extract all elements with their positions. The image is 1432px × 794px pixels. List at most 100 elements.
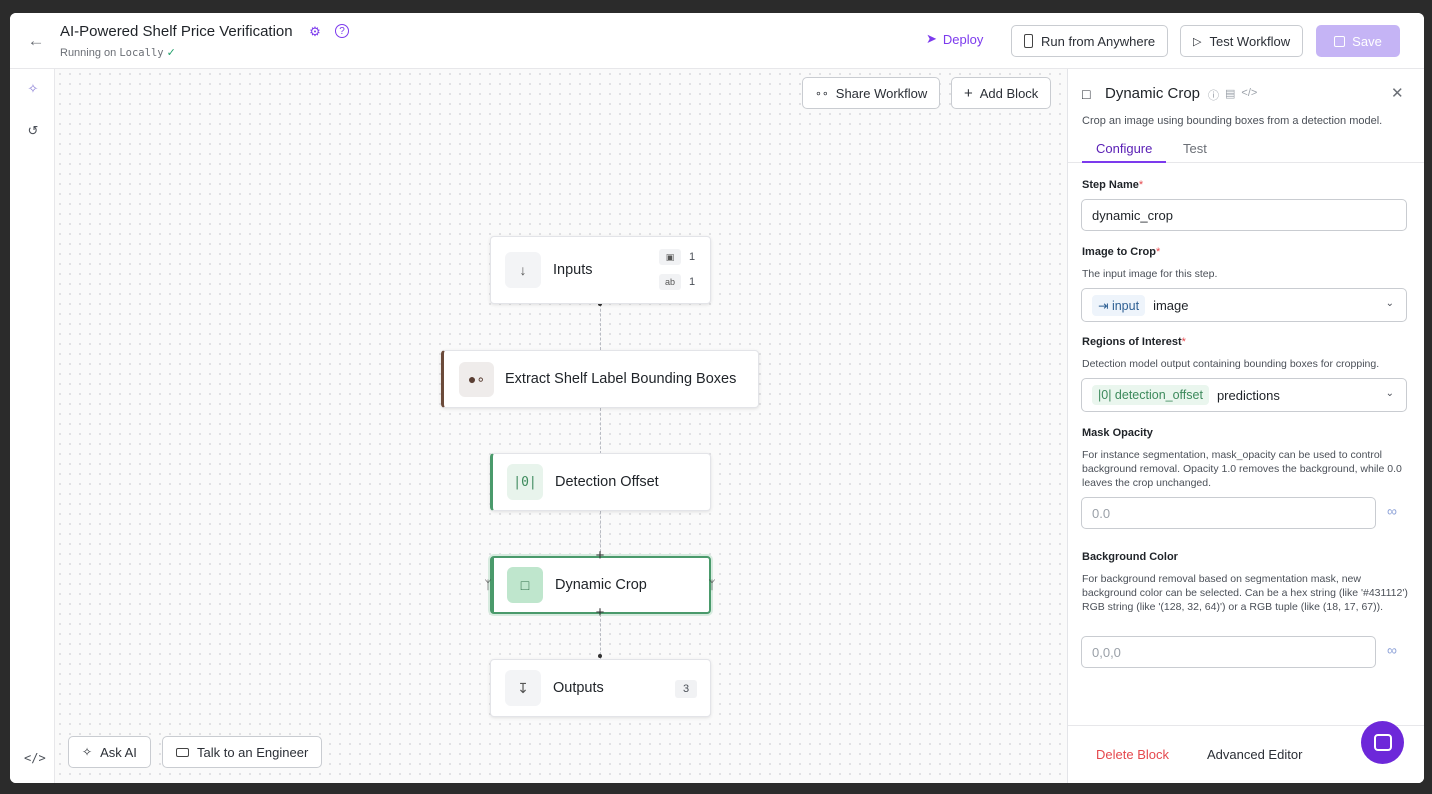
outputs-node-label: Outputs [553, 680, 604, 696]
app-window: ← AI-Powered Shelf Price Verification ⚙ … [10, 13, 1424, 783]
image-to-crop-help: The input image for this step. [1082, 268, 1218, 280]
back-arrow-icon[interactable]: ← [26, 31, 46, 51]
delete-block-button[interactable]: Delete Block [1096, 747, 1169, 762]
regions-of-interest-value: predictions [1216, 387, 1280, 403]
plus-icon: + [964, 84, 973, 102]
share-workflow-label: Share Workflow [835, 85, 928, 101]
extract-bounding-boxes-node[interactable]: ●∘ Extract Shelf Label Bounding Boxes [441, 350, 759, 408]
deploy-label: Deploy [942, 31, 984, 47]
regions-of-interest-help: Detection model output containing boundi… [1082, 358, 1380, 370]
detection-offset-node[interactable]: |0| Detection Offset [490, 453, 711, 511]
mask-opacity-placeholder: 0.0 [1092, 505, 1111, 521]
close-icon[interactable]: ✕ [1391, 84, 1404, 102]
running-prefix: Running on [60, 47, 117, 59]
model-network-icon: ●∘ [459, 361, 494, 397]
chat-support-button[interactable] [1361, 721, 1404, 764]
connector-line [600, 408, 601, 454]
test-workflow-label: Test Workflow [1209, 33, 1291, 49]
video-icon [176, 747, 189, 757]
share-workflow-button[interactable]: ∘∘ Share Workflow [802, 77, 941, 109]
top-header: ← AI-Powered Shelf Price Verification ⚙ … [10, 13, 1424, 69]
connector-line [600, 304, 601, 350]
ask-ai-label: Ask AI [100, 744, 137, 760]
regions-of-interest-label: Regions of Interest* [1082, 336, 1186, 348]
background-color-help: For background removal based on segmenta… [1082, 573, 1408, 613]
add-after-plus-icon[interactable]: + [593, 605, 607, 620]
block-config-panel: □ Dynamic Crop ⓘ ▤ </> ✕ Crop an image u… [1067, 69, 1424, 783]
chevron-down-icon: ⌄ [1385, 298, 1394, 309]
deploy-button[interactable]: ➤ Deploy [926, 31, 983, 47]
input-chip: ⇥ input [1092, 294, 1146, 316]
workflow-title: AI-Powered Shelf Price Verification [60, 23, 293, 40]
inputs-node[interactable]: ↓ Inputs ▣ 1 ab 1 [490, 236, 711, 304]
code-brackets-icon[interactable]: </> [24, 751, 46, 765]
image-input-count: 1 [689, 251, 696, 263]
sparkle-icon: ✧ [82, 745, 93, 759]
add-before-plus-icon[interactable]: + [593, 548, 607, 563]
left-rail: ✧ ↺ [10, 69, 55, 783]
running-target[interactable]: Locally [119, 47, 163, 59]
save-button[interactable]: Save [1316, 25, 1400, 57]
extract-node-label: Extract Shelf Label Bounding Boxes [505, 371, 737, 387]
outputs-node[interactable]: ↧ Outputs 3 [490, 659, 711, 717]
talk-to-engineer-button[interactable]: Talk to an Engineer [162, 736, 323, 768]
image-to-crop-label: Image to Crop* [1082, 246, 1161, 258]
parameter-icon: ab [659, 274, 681, 290]
chat-bubble-icon [1373, 734, 1392, 751]
image-to-crop-value: image [1153, 297, 1189, 313]
branch-left-icon[interactable]: ᛉ [481, 578, 495, 592]
settings-gear-icon[interactable]: ⚙ [307, 24, 323, 40]
background-color-placeholder: 0,0,0 [1092, 644, 1121, 660]
tab-test[interactable]: Test [1169, 141, 1221, 163]
connector-dot [598, 654, 602, 658]
image-to-crop-select[interactable]: ⇥ input image ⌄ [1081, 288, 1407, 322]
help-circle-icon[interactable]: ? [335, 24, 349, 38]
step-name-label: Step Name* [1082, 179, 1144, 191]
crop-icon: □ [507, 567, 543, 603]
link-icon[interactable]: ∞ [1387, 503, 1397, 519]
workflow-canvas[interactable]: ∘∘ Share Workflow + Add Block ↓ Inputs ▣… [55, 69, 1067, 783]
step-name-value: dynamic_crop [1092, 207, 1173, 223]
add-block-button[interactable]: + Add Block [951, 77, 1052, 109]
panel-tabs: Configure Test [1068, 137, 1424, 163]
add-block-label: Add Block [979, 85, 1039, 101]
outputs-count-badge: 3 [675, 680, 697, 698]
regions-of-interest-select[interactable]: |0| detection_offset predictions ⌄ [1081, 378, 1407, 412]
check-icon: ✓ [166, 47, 176, 59]
dynamic-crop-label: Dynamic Crop [555, 577, 647, 593]
chevron-down-icon: ⌄ [1385, 388, 1394, 399]
help-icon[interactable]: ⓘ [1208, 87, 1219, 103]
parameter-input-count: 1 [689, 276, 696, 288]
play-icon: ▷ [1193, 35, 1202, 48]
run-from-anywhere-button[interactable]: Run from Anywhere [1011, 25, 1169, 57]
offset-bracket-icon: |0| [507, 464, 543, 500]
mask-opacity-help: For instance segmentation, mask_opacity … [1082, 449, 1402, 489]
phone-icon [1024, 34, 1033, 48]
detection-offset-label: Detection Offset [555, 474, 659, 490]
inputs-node-label: Inputs [553, 262, 593, 278]
step-name-input[interactable]: dynamic_crop [1081, 199, 1407, 231]
tab-configure[interactable]: Configure [1082, 141, 1167, 163]
ask-ai-button[interactable]: ✧ Ask AI [68, 736, 151, 768]
detection-offset-chip: |0| detection_offset [1092, 385, 1209, 405]
branch-right-icon[interactable]: ᛉ [705, 578, 719, 592]
code-icon[interactable]: </> [1241, 87, 1257, 103]
rocket-icon: ➤ [926, 31, 937, 46]
run-from-anywhere-label: Run from Anywhere [1041, 33, 1156, 49]
image-icon: ▣ [659, 249, 681, 265]
history-icon[interactable]: ↺ [23, 121, 43, 141]
share-icon: ∘∘ [815, 87, 829, 100]
background-color-input[interactable]: 0,0,0 [1081, 636, 1376, 668]
background-color-label: Background Color [1082, 551, 1178, 563]
output-arrow-icon: ↧ [505, 670, 541, 706]
advanced-editor-button[interactable]: Advanced Editor [1207, 747, 1302, 762]
link-icon[interactable]: ∞ [1387, 642, 1397, 658]
document-icon[interactable]: ▤ [1225, 87, 1235, 103]
mask-opacity-input[interactable]: 0.0 [1081, 497, 1376, 529]
talk-to-engineer-label: Talk to an Engineer [197, 744, 309, 760]
crop-icon: □ [1082, 86, 1091, 102]
sparkle-icon[interactable]: ✧ [23, 79, 43, 99]
running-status: Running on Locally ✓ [60, 46, 176, 59]
download-arrow-icon: ↓ [505, 252, 541, 288]
test-workflow-button[interactable]: ▷ Test Workflow [1180, 25, 1304, 57]
